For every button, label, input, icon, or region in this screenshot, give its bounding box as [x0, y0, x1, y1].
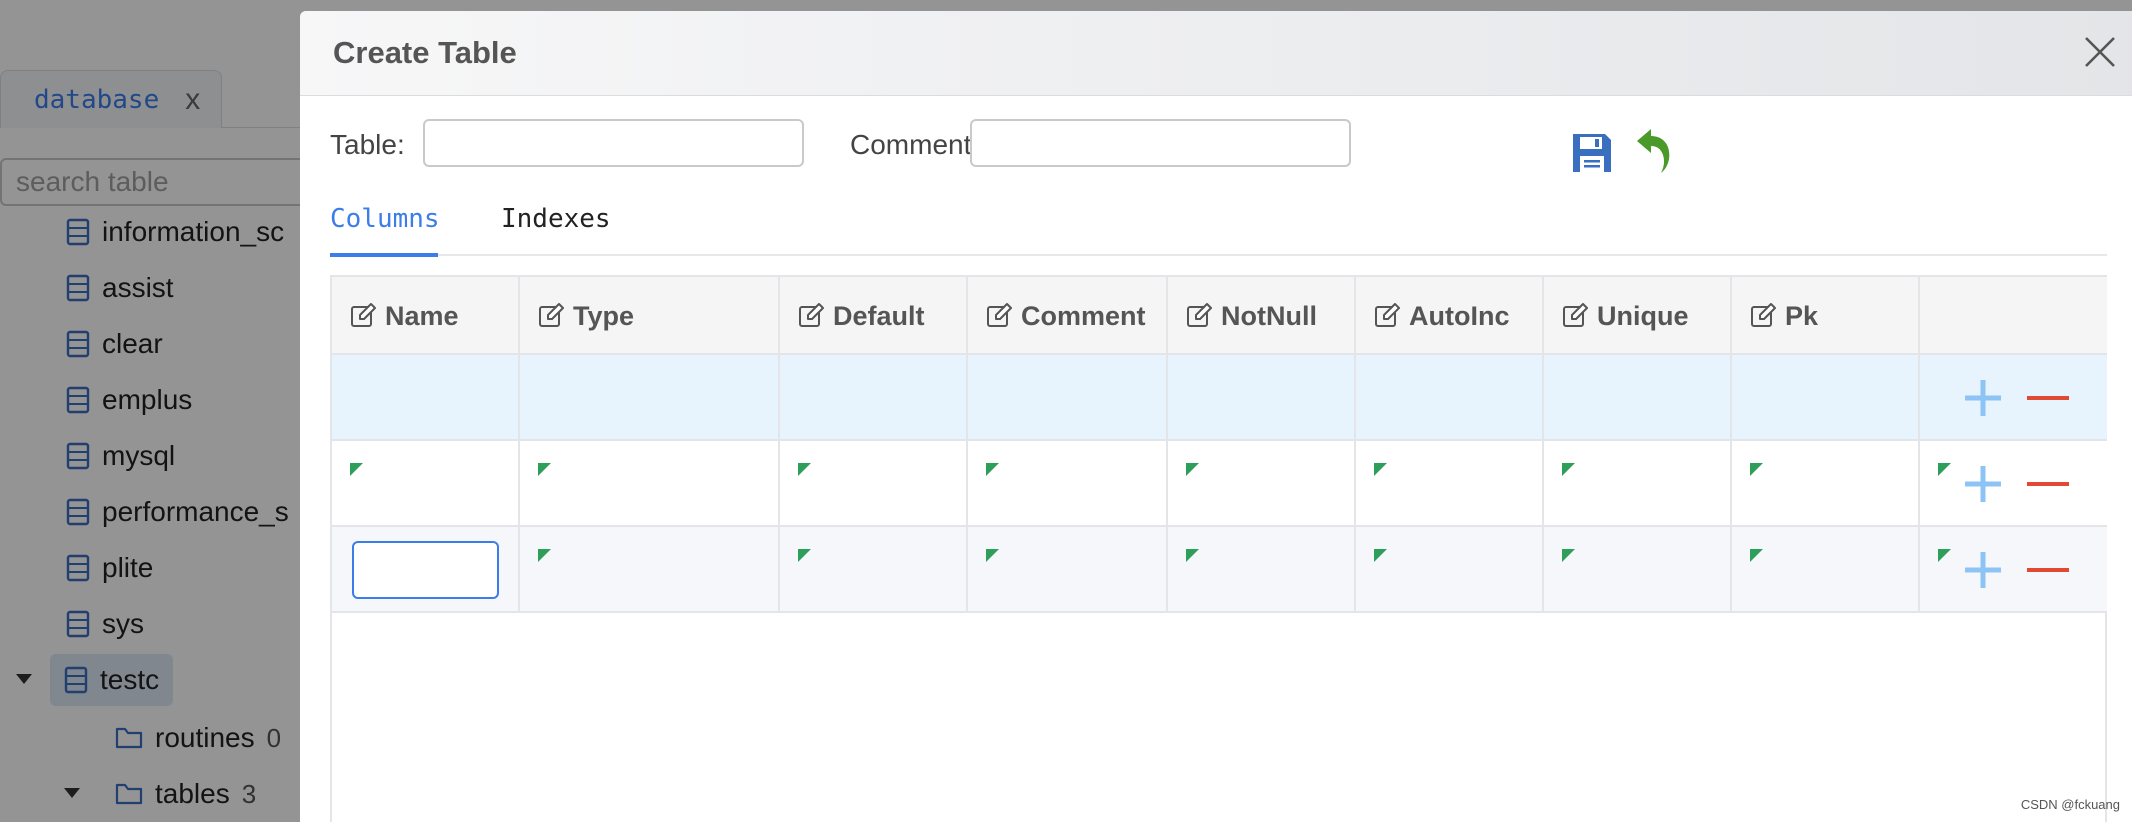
- edit-icon: [1563, 303, 1588, 327]
- edited-cell-marker: [1562, 463, 1575, 476]
- column-separator: [1542, 277, 1544, 613]
- edit-icon: [799, 303, 824, 327]
- columns-grid: Name Type Default Comment NotNull AutoIn…: [330, 275, 2107, 822]
- save-icon[interactable]: [1570, 131, 1614, 175]
- column-header-label: Pk: [1785, 300, 1819, 331]
- table-row[interactable]: [332, 441, 2107, 527]
- dialog-header: Create Table: [300, 11, 2132, 96]
- edited-cell-marker: [798, 463, 811, 476]
- edited-cell-marker: [1750, 463, 1763, 476]
- edited-cell-marker: [1562, 549, 1575, 562]
- edit-icon: [1375, 303, 1400, 327]
- column-separator: [518, 277, 520, 613]
- tab-indexes[interactable]: Indexes: [501, 204, 611, 248]
- edited-cell-marker: [538, 463, 551, 476]
- add-row-icon[interactable]: [1963, 550, 2003, 590]
- column-header-comment[interactable]: Comment: [968, 277, 1146, 355]
- column-header-notnull[interactable]: NotNull: [1168, 277, 1317, 355]
- edited-cell-marker: [1374, 549, 1387, 562]
- table-name-input[interactable]: [423, 119, 804, 167]
- edited-cell-marker: [1938, 549, 1951, 562]
- column-header-label: Name: [385, 300, 459, 331]
- column-header-unique[interactable]: Unique: [1544, 277, 1689, 355]
- edited-cell-marker: [986, 463, 999, 476]
- table-row[interactable]: [332, 355, 2107, 441]
- edit-icon: [351, 303, 376, 327]
- edit-icon: [539, 303, 564, 327]
- column-header-label: NotNull: [1221, 300, 1317, 331]
- column-separator: [966, 277, 968, 613]
- column-header-label: Unique: [1597, 300, 1689, 331]
- edited-cell-marker: [798, 549, 811, 562]
- column-header-label: Comment: [1021, 300, 1146, 331]
- add-row-icon[interactable]: [1963, 464, 2003, 504]
- active-tab-indicator: [330, 253, 438, 257]
- column-header-type[interactable]: Type: [520, 277, 634, 355]
- dialog-title: Create Table: [333, 35, 517, 70]
- column-header-autoinc[interactable]: AutoInc: [1356, 277, 1510, 355]
- table-comment-label: Comment:: [850, 129, 980, 160]
- watermark: CSDN @fckuang: [2020, 797, 2120, 812]
- column-separator: [1918, 277, 1920, 613]
- edited-cell-marker: [986, 549, 999, 562]
- edited-cell-marker: [350, 463, 363, 476]
- edited-cell-marker: [1186, 463, 1199, 476]
- edited-cell-marker: [1186, 549, 1199, 562]
- remove-row-icon[interactable]: [2027, 550, 2069, 590]
- edited-cell-marker: [1750, 549, 1763, 562]
- table-name-label: Table:: [330, 129, 405, 160]
- column-header-name[interactable]: Name: [332, 277, 459, 355]
- close-icon[interactable]: [2083, 35, 2117, 69]
- column-separator: [778, 277, 780, 613]
- undo-icon[interactable]: [1633, 127, 1677, 175]
- remove-row-icon[interactable]: [2027, 464, 2069, 504]
- column-header-default[interactable]: Default: [780, 277, 925, 355]
- create-table-dialog: Create Table Table: Comment: Columns Ind…: [300, 11, 2132, 822]
- column-header-pk[interactable]: Pk: [1732, 277, 1818, 355]
- edit-icon: [1187, 303, 1212, 327]
- table-comment-input[interactable]: [970, 119, 1351, 167]
- remove-row-icon[interactable]: [2027, 378, 2069, 418]
- name-cell-editor[interactable]: [352, 541, 499, 599]
- edited-cell-marker: [538, 549, 551, 562]
- table-row[interactable]: [332, 527, 2107, 613]
- add-row-icon[interactable]: [1963, 378, 2003, 418]
- tab-columns[interactable]: Columns: [330, 204, 440, 248]
- edit-icon: [987, 303, 1012, 327]
- column-separator: [1354, 277, 1356, 613]
- column-header-label: Default: [833, 300, 925, 331]
- dialog-tabs: Columns Indexes: [330, 198, 2107, 257]
- column-separator: [1730, 277, 1732, 613]
- table-form-row: Table: Comment:: [330, 119, 1730, 169]
- grid-header: Name Type Default Comment NotNull AutoIn…: [332, 277, 2107, 355]
- column-header-label: Type: [573, 300, 635, 331]
- edited-cell-marker: [1374, 463, 1387, 476]
- column-separator: [1166, 277, 1168, 613]
- edit-icon: [1751, 303, 1776, 327]
- edited-cell-marker: [1938, 463, 1951, 476]
- column-header-label: AutoInc: [1409, 300, 1510, 331]
